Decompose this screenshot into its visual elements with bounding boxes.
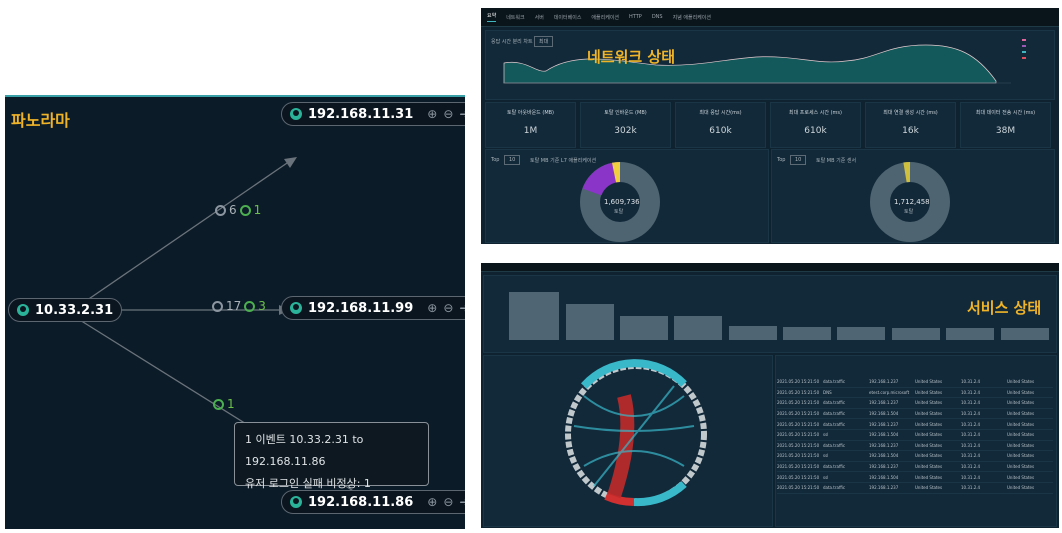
chord-card: [483, 355, 773, 527]
donut-chart: [580, 161, 660, 242]
response-time-card: 응답 시간 분리 차트 최대: [485, 30, 1055, 100]
tab-summary[interactable]: 요약: [487, 12, 497, 22]
kpi-response: 최대 응답 시간(ms) 610k: [675, 102, 766, 148]
tab-http[interactable]: HTTP: [629, 14, 642, 20]
zoom-out-icon[interactable]: ⊖: [443, 301, 453, 315]
kpi-title: 최대 데이터 전송 시간 (ms): [975, 110, 1036, 116]
tab-application[interactable]: 애플리케이션: [591, 14, 619, 21]
donut-chart: [870, 162, 950, 242]
network-dashboard: 요약 네트워크 서버 데이터베이스 애플리케이션 HTTP DNS 지념 애플리…: [481, 8, 1059, 244]
kpi-title: 토탈 인바운드 (MB): [604, 110, 647, 116]
edge-counter-2[interactable]: 17 3: [212, 299, 266, 313]
tab-network[interactable]: 네트워크: [506, 14, 524, 21]
donut-total: 1,712,458: [894, 198, 930, 206]
edge-counter-1[interactable]: 6 1: [215, 203, 261, 217]
table-row[interactable]: 2021.05.20 15:21:50 ssl 192.168.1.504 Unite…: [777, 451, 1053, 462]
service-status-label: 서비스 상태: [967, 299, 1042, 317]
kpi-transfer: 최대 데이터 전송 시간 (ms) 38M: [960, 102, 1051, 148]
table-row[interactable]: 2021.05.20 15:21:50 data.traffic 192.168.1…: [777, 409, 1053, 420]
table-row[interactable]: 2021.05.20 15:21:50 data.traffic 192.168.1…: [777, 483, 1053, 494]
tab-custom-app[interactable]: 지념 애플리케이션: [673, 14, 711, 21]
kpi-connect: 최대 연결 생성 시간 (ms) 16k: [865, 102, 956, 148]
donut-total-label: 토탈: [904, 209, 914, 215]
edge-counter-3[interactable]: 1: [213, 397, 235, 411]
tooltip-line-1: 1 이벤트 10.33.2.31 to 192.168.11.86: [245, 433, 364, 468]
kpi-value: 610k: [804, 126, 827, 136]
table-row[interactable]: 2021.05.20 15:21:50 data.traffic 192.168.1…: [777, 377, 1053, 388]
kpi-inbound: 토탈 인바운드 (MB) 302k: [580, 102, 671, 148]
alert-count: 3: [258, 299, 266, 313]
user-icon: [290, 108, 302, 120]
zoom-out-icon[interactable]: ⊖: [443, 495, 453, 509]
network-status-label: 네트워크 상태: [587, 48, 676, 66]
alert-icon: [244, 300, 256, 312]
area-chart: [503, 44, 1011, 84]
tab-dns[interactable]: DNS: [652, 14, 663, 20]
chord-diagram: [565, 359, 707, 507]
target-node-1[interactable]: 192.168.11.31 ⊕ ⊖ ➜: [281, 102, 465, 126]
kpi-title: 토탈 아웃바운드 (MB): [506, 110, 555, 116]
donut-total: 1,609,736: [604, 198, 640, 206]
total-count: 6: [229, 203, 237, 217]
total-icon: [212, 300, 223, 312]
arrow-right-icon[interactable]: ➜: [459, 495, 465, 509]
arrow-right-icon[interactable]: ➜: [459, 107, 465, 121]
event-tooltip: 1 이벤트 10.33.2.31 to 192.168.11.86 유저 로그인…: [234, 422, 429, 490]
total-count: 17: [226, 299, 242, 313]
target-node-2[interactable]: 192.168.11.99 ⊕ ⊖ ➜: [281, 296, 465, 320]
zoom-in-icon[interactable]: ⊕: [427, 301, 437, 315]
sensor-pie-card: Top 10 토탈 MB 기준 센서 1,712,458 토탈: [771, 149, 1055, 243]
tab-server[interactable]: 서버: [535, 14, 544, 21]
kpi-value: 16k: [902, 126, 919, 136]
target-ip: 192.168.11.86: [308, 494, 414, 510]
kpi-value: 38M: [995, 126, 1016, 136]
kpi-value: 610k: [709, 126, 732, 136]
alert-icon: [239, 204, 251, 216]
target-ip: 192.168.11.31: [308, 106, 414, 122]
user-icon: [17, 304, 29, 316]
table-row[interactable]: 2021.05.20 15:21:50 ssl 192.168.1.504 Unite…: [777, 430, 1053, 441]
target-ip: 192.168.11.99: [308, 300, 414, 316]
source-node[interactable]: 10.33.2.31: [8, 298, 123, 322]
service-dashboard: 서비스 상태 2021.05.20 15:21:50 data.traffic 19…: [481, 263, 1059, 528]
zoom-in-icon[interactable]: ⊕: [427, 107, 437, 121]
service-tab-bar: [481, 263, 1059, 272]
alert-icon: [213, 398, 224, 410]
table-row[interactable]: 2021.05.20 15:21:50 DNS etest.corp.microso…: [777, 388, 1053, 399]
l7-app-pie-card: Top 10 토탈 MB 기준 L7 애플리케이션 1,609,736 토탈: [485, 149, 769, 243]
chart-legend: [1022, 39, 1050, 69]
kpi-title: 최대 프로세스 시간 (ms): [789, 110, 842, 116]
table-row[interactable]: 2021.05.20 15:21:50 data.traffic 192.168.1…: [777, 419, 1053, 430]
panorama-panel: 파노라마 10.33.2.31 192.168.11.31 ⊕ ⊖ ➜ 6 1 …: [5, 95, 465, 529]
kpi-process: 최대 프로세스 시간 (ms) 610k: [770, 102, 861, 148]
table-row[interactable]: 2021.05.20 15:21:50 data.traffic 192.168.1…: [777, 398, 1053, 409]
table-row[interactable]: 2021.05.20 15:21:50 data.traffic 192.168.1…: [777, 462, 1053, 473]
kpi-value: 302k: [614, 126, 637, 136]
alert-count: 1: [253, 203, 262, 217]
user-icon: [290, 302, 302, 314]
kpi-value: 1M: [523, 126, 538, 136]
tab-database[interactable]: 데이터베이스: [554, 14, 582, 21]
alert-count: 1: [227, 397, 235, 411]
kpi-title: 최대 연결 생성 시간 (ms): [883, 110, 938, 116]
total-icon: [215, 204, 226, 216]
table-row[interactable]: 2021.05.20 15:21:50 ssl 192.168.1.504 Unite…: [777, 472, 1053, 483]
zoom-out-icon[interactable]: ⊖: [443, 107, 453, 121]
event-table: 2021.05.20 15:21:50 data.traffic 192.168.1…: [777, 377, 1053, 494]
kpi-title: 최대 응답 시간(ms): [699, 110, 742, 116]
source-ip: 10.33.2.31: [35, 302, 114, 318]
table-row[interactable]: 2021.05.20 15:21:50 data.traffic 192.168.1…: [777, 441, 1053, 452]
kpi-outbound: 토탈 아웃바운드 (MB) 1M: [485, 102, 576, 148]
arrow-right-icon[interactable]: ➜: [459, 301, 465, 315]
donut-total-label: 토탈: [614, 209, 624, 215]
user-icon: [290, 496, 302, 508]
zoom-in-icon[interactable]: ⊕: [427, 495, 437, 509]
target-node-3[interactable]: 192.168.11.86 ⊕ ⊖ ➜: [281, 490, 465, 514]
tab-bar: 요약 네트워크 서버 데이터베이스 애플리케이션 HTTP DNS 지념 애플리…: [481, 8, 1059, 27]
